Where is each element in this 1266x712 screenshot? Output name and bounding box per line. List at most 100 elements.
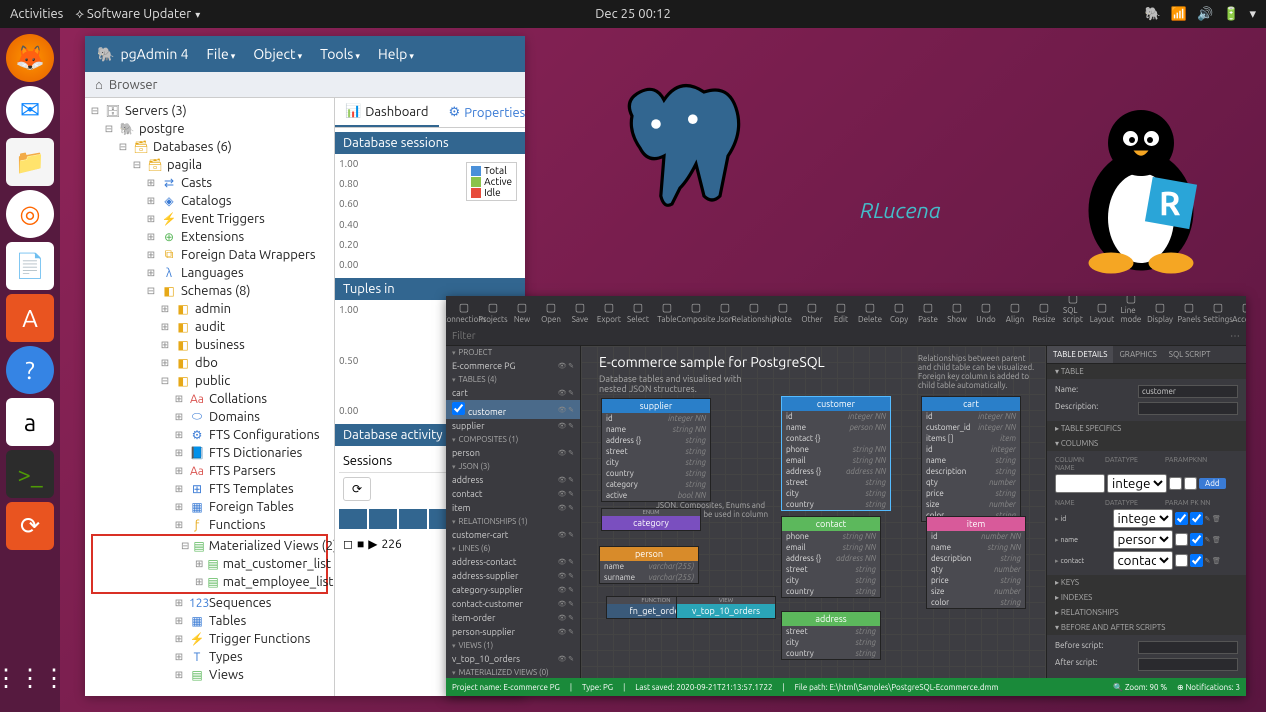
tree-servers[interactable]: ⊟🗄Servers (3) <box>85 102 334 120</box>
sec-scripts[interactable]: ▾ BEFORE AND AFTER SCRIPTS <box>1047 620 1246 635</box>
toolbar-show[interactable]: ▢Show <box>943 299 971 326</box>
sqldbm-sidebar[interactable]: ▾PROJECTE-commerce PG👁 ✎▾TABLES (4)cart👁… <box>446 346 581 678</box>
new-col-pk[interactable] <box>1169 477 1182 490</box>
dock-writer[interactable]: 📄 <box>6 242 54 290</box>
section-lines-[interactable]: ▾LINES (6) <box>446 542 580 555</box>
object-tree[interactable]: ⊟🗄Servers (3) ⊟🐘postgre ⊟🗃Databases (6) … <box>85 98 335 696</box>
tree-databases[interactable]: ⊟🗃Databases (6) <box>85 138 334 156</box>
toolbar-undo[interactable]: ▢Undo <box>972 299 1000 326</box>
tree-foreign-tables[interactable]: ⊞▦Foreign Tables <box>85 498 334 516</box>
menu-help[interactable]: Help <box>378 46 414 62</box>
sidebar-item-person[interactable]: person👁 ✎ <box>446 446 580 460</box>
toolbar-line-mode[interactable]: ▢Line mode <box>1117 296 1145 326</box>
column-row[interactable]: ▸idinteger✎ 🗑 <box>1055 508 1238 529</box>
sidebar-item-address[interactable]: address👁 ✎ <box>446 473 580 487</box>
tree-functions[interactable]: ⊞ƒFunctions <box>85 516 334 534</box>
new-col-name[interactable] <box>1055 474 1105 493</box>
tree-event-triggers[interactable]: ⊞⚡Event Triggers <box>85 210 334 228</box>
current-app[interactable]: ⟡ Software Updater <box>75 7 200 22</box>
tree-mat-employee[interactable]: ⊞▤mat_employee_list <box>93 573 326 591</box>
toolbar-export[interactable]: ▢Export <box>595 299 623 326</box>
toolbar-paste[interactable]: ▢Paste <box>914 299 942 326</box>
sidebar-item-category-supplier[interactable]: category-supplier👁 ✎ <box>446 583 580 597</box>
entity-item[interactable]: item idnumber NNnamestring NNdescription… <box>926 516 1026 609</box>
sec-columns[interactable]: ▾ COLUMNS <box>1047 436 1246 451</box>
toolbar-panels[interactable]: ▢Panels <box>1175 299 1203 326</box>
tree-postgre[interactable]: ⊟🐘postgre <box>85 120 334 138</box>
tree-types[interactable]: ⊞TTypes <box>85 648 334 666</box>
stop-button[interactable]: ■ <box>357 537 364 551</box>
dock-show-apps[interactable]: ⋮⋮⋮ <box>6 654 54 702</box>
sidebar-item-address-supplier[interactable]: address-supplier👁 ✎ <box>446 569 580 583</box>
tab-dashboard[interactable]: 📊 Dashboard <box>335 98 439 127</box>
dock-amazon[interactable]: a <box>6 398 54 446</box>
tree-fts-parsers[interactable]: ⊞AaFTS Parsers <box>85 462 334 480</box>
sidebar-item-v-top-10-orders[interactable]: v_top_10_orders👁 ✎ <box>446 652 580 666</box>
dock-software-updater[interactable]: ⟳ <box>6 502 54 550</box>
filter-menu-icon[interactable]: ⋯ <box>1230 330 1240 342</box>
new-col-type[interactable]: integer <box>1107 474 1167 493</box>
sidebar-item-cart[interactable]: cart👁 ✎ <box>446 386 580 400</box>
toolbar-resize[interactable]: ▢Resize <box>1030 299 1058 326</box>
toolbar-edit[interactable]: ▢Edit <box>827 299 855 326</box>
sec-indexes[interactable]: ▸ INDEXES <box>1047 590 1246 605</box>
sidebar-item-customer[interactable]: customer👁 ✎ <box>446 400 580 419</box>
filter-input[interactable] <box>452 330 1230 341</box>
tree-views[interactable]: ⊞▤Views <box>85 666 334 684</box>
sec-specifics[interactable]: ▸ TABLE SPECIFICS <box>1047 421 1246 436</box>
play-button[interactable]: ▶ <box>368 537 377 551</box>
tree-schema-public[interactable]: ⊟◧public <box>85 372 334 390</box>
tree-pagila[interactable]: ⊟🗃pagila <box>85 156 334 174</box>
tree-domains[interactable]: ⊞⬭Domains <box>85 408 334 426</box>
sidebar-item-customer-cart[interactable]: customer-cart👁 ✎ <box>446 528 580 542</box>
menu-tools[interactable]: Tools <box>320 46 360 62</box>
toolbar-note[interactable]: ▢Note <box>769 299 797 326</box>
toolbar-projects[interactable]: ▢Projects <box>479 299 507 326</box>
tree-sequences[interactable]: ⊞123Sequences <box>85 594 334 612</box>
dock-software[interactable]: A <box>6 294 54 342</box>
dock-firefox[interactable]: 🦊 <box>6 34 54 82</box>
tab-properties[interactable]: ⚙ Properties <box>439 98 525 127</box>
toolbar-layout[interactable]: ▢Layout <box>1088 299 1116 326</box>
toolbar-delete[interactable]: ▢Delete <box>856 299 884 326</box>
dock-thunderbird[interactable]: ✉ <box>6 86 54 134</box>
tab-table-details[interactable]: TABLE DETAILS <box>1047 346 1113 363</box>
status-zoom[interactable]: 🔍 Zoom: 90 % <box>1113 683 1167 692</box>
system-menu-icon[interactable]: ▾ <box>1249 7 1256 22</box>
sidebar-item-item-order[interactable]: item-order👁 ✎ <box>446 611 580 625</box>
toolbar-align[interactable]: ▢Align <box>1001 299 1029 326</box>
sec-relationships[interactable]: ▸ RELATIONSHIPS <box>1047 605 1246 620</box>
entity-address[interactable]: address streetstring citystring countrys… <box>781 611 881 660</box>
pg-tray-icon[interactable]: 🐘 <box>1145 7 1161 22</box>
tab-graphics[interactable]: GRAPHICS <box>1113 346 1162 363</box>
tree-collations[interactable]: ⊞AaCollations <box>85 390 334 408</box>
toolbar-connections[interactable]: ▢Connections <box>450 299 478 326</box>
entity-category[interactable]: ENUM category <box>601 508 701 531</box>
sec-table[interactable]: ▾ TABLE <box>1047 364 1246 379</box>
desc-input[interactable] <box>1138 402 1238 415</box>
volume-icon[interactable]: 🔊 <box>1197 7 1213 22</box>
section-relationships-[interactable]: ▾RELATIONSHIPS (1) <box>446 515 580 528</box>
entity-cart[interactable]: cart idinteger NNcustomer_idinteger NNit… <box>921 396 1021 522</box>
tree-tables[interactable]: ⊞▦Tables <box>85 612 334 630</box>
tree-fts-templates[interactable]: ⊞⊞FTS Templates <box>85 480 334 498</box>
sidebar-item-contact-customer[interactable]: contact-customer👁 ✎ <box>446 597 580 611</box>
tree-schema-dbo[interactable]: ⊞◧dbo <box>85 354 334 372</box>
section-project[interactable]: ▾PROJECT <box>446 346 580 359</box>
entity-view[interactable]: VIEW v_top_10_orders <box>676 596 776 619</box>
name-input[interactable] <box>1138 385 1238 398</box>
status-notifications[interactable]: ⊕ Notifications: 3 <box>1177 683 1240 692</box>
column-row[interactable]: ▸nameperson (compo✎ 🗑 <box>1055 529 1238 550</box>
sidebar-item-e-commerce-pg[interactable]: E-commerce PG👁 ✎ <box>446 359 580 373</box>
sec-keys[interactable]: ▸ KEYS <box>1047 575 1246 590</box>
diagram-canvas[interactable]: E-commerce sample for PostgreSQL Databas… <box>581 346 1046 678</box>
refresh-button[interactable]: ⟳ <box>343 477 371 501</box>
tree-schema-business[interactable]: ⊞◧business <box>85 336 334 354</box>
tree-extensions[interactable]: ⊞⊕Extensions <box>85 228 334 246</box>
toolbar-copy[interactable]: ▢Copy <box>885 299 913 326</box>
tree-schemas[interactable]: ⊟◧Schemas (8) <box>85 282 334 300</box>
tree-casts[interactable]: ⊞⇄Casts <box>85 174 334 192</box>
activities-button[interactable]: Activities <box>10 7 63 21</box>
tree-trigger-functions[interactable]: ⊞⚡Trigger Functions <box>85 630 334 648</box>
clock[interactable]: Dec 25 00:12 <box>595 7 671 21</box>
